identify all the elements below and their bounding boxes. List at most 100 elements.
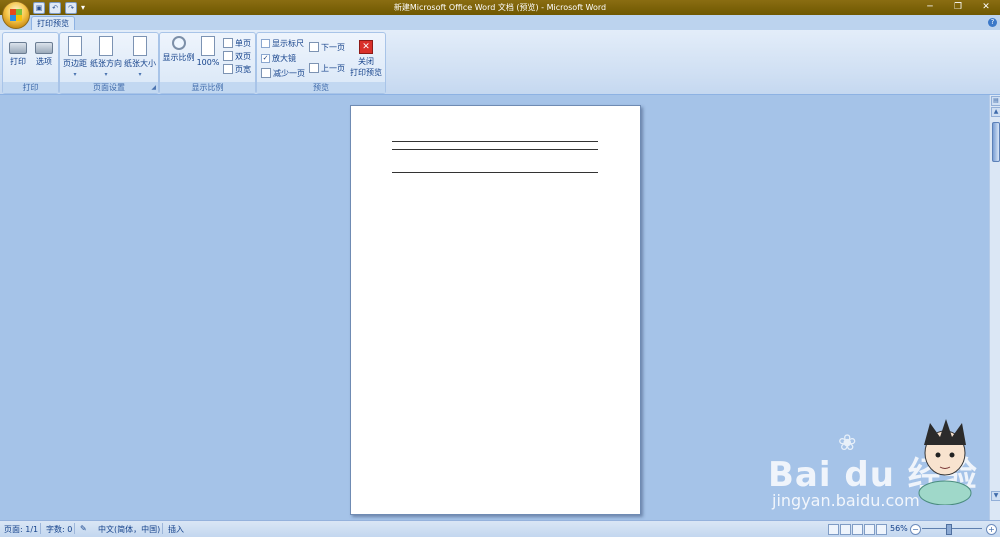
page-100-icon: [201, 36, 215, 56]
group-preview: 显示标尺 ✓ 放大镜 减少一页 下一页 上一页 ✕ 关闭 打印预览 预览: [256, 32, 386, 94]
page-count[interactable]: 页面: 1/1: [4, 524, 38, 535]
one-page-button[interactable]: 单页: [223, 37, 251, 49]
show-ruler-checkbox[interactable]: 显示标尺: [261, 37, 304, 49]
print-button[interactable]: 打印: [8, 36, 28, 67]
magnifier-icon: [171, 36, 186, 50]
next-page-button[interactable]: 下一页: [309, 41, 345, 53]
paper-size-icon: [133, 36, 147, 56]
tab-print-preview[interactable]: 打印预览: [31, 16, 75, 31]
close-window-button[interactable]: ✕: [972, 0, 1000, 15]
group-zoom: 显示比例 100% 单页 双页 页宽 显示比例: [159, 32, 256, 94]
baidu-watermark: ❀ Bai du 经验 jingyan.baidu.com: [760, 419, 1000, 520]
margins-label: 页边距: [63, 59, 87, 68]
orientation-icon: [99, 36, 113, 56]
minimize-button[interactable]: ─: [916, 0, 944, 15]
margins-icon: [68, 36, 82, 56]
preview-page[interactable]: [350, 105, 641, 515]
zoom-100-label: 100%: [196, 58, 220, 67]
zoom-slider[interactable]: [922, 528, 982, 529]
chevron-down-icon: ▾: [138, 71, 142, 78]
zoom-label: 显示比例: [162, 53, 195, 62]
options-label: 选项: [36, 57, 52, 66]
close-preview-label-1: 关闭: [358, 57, 374, 66]
next-page-icon: [309, 42, 319, 52]
paper-size-label: 纸张大小: [124, 59, 156, 68]
title-bar: ▣ ↶ ↷ ▾ 新建Microsoft Office Word 文档 (预览) …: [0, 0, 1000, 15]
orientation-button[interactable]: 纸张方向 ▾: [89, 36, 123, 78]
window-controls: ─ ❐ ✕: [916, 0, 1000, 15]
group-label-page-setup: 页面设置: [60, 82, 158, 93]
margins-button[interactable]: 页边距 ▾: [62, 36, 88, 78]
group-page-setup: 页边距 ▾ 纸张方向 ▾ 纸张大小 ▾ 页面设置 ◢: [59, 32, 159, 94]
one-page-label: 单页: [235, 38, 251, 48]
zoom-100-button[interactable]: 100%: [196, 36, 220, 67]
outline-view-icon[interactable]: [864, 524, 875, 535]
group-label-print: 打印: [3, 82, 58, 93]
options-button[interactable]: 选项: [33, 36, 55, 67]
status-bar: 页面: 1/1 字数: 0 ✎ 中文(简体，中国) 插入 56% − +: [0, 520, 1000, 537]
watermark-url: jingyan.baidu.com: [772, 491, 920, 510]
office-button[interactable]: [2, 1, 30, 29]
print-layout-view-icon[interactable]: [828, 524, 839, 535]
divider: [40, 523, 41, 534]
divider: [74, 523, 75, 534]
language-indicator[interactable]: 中文(简体，中国): [98, 524, 160, 535]
group-label-zoom: 显示比例: [160, 82, 255, 93]
group-print: 打印 选项 打印: [2, 32, 59, 94]
shrink-one-page-button[interactable]: 减少一页: [261, 67, 305, 79]
page-width-icon: [223, 64, 233, 74]
full-screen-view-icon[interactable]: [840, 524, 851, 535]
web-layout-view-icon[interactable]: [852, 524, 863, 535]
zoom-in-icon[interactable]: +: [986, 524, 997, 535]
previous-page-button[interactable]: 上一页: [309, 62, 345, 74]
header-rule: [392, 141, 598, 142]
checkmark-icon: ✓: [261, 53, 270, 63]
checkbox-unchecked-icon: [261, 38, 270, 48]
show-ruler-label: 显示标尺: [272, 38, 304, 48]
shrink-one-page-label: 减少一页: [273, 68, 305, 78]
mascot-icon: [918, 419, 972, 505]
page-width-button[interactable]: 页宽: [223, 63, 251, 75]
paper-size-button[interactable]: 纸张大小 ▾: [123, 36, 157, 78]
window-title: 新建Microsoft Office Word 文档 (预览) - Micros…: [393, 3, 607, 12]
restore-button[interactable]: ❐: [944, 0, 972, 15]
magnifier-checkbox[interactable]: ✓ 放大镜: [261, 52, 296, 64]
help-icon[interactable]: ?: [988, 18, 997, 27]
zoom-button[interactable]: 显示比例: [162, 36, 195, 63]
proofing-icon[interactable]: ✎: [80, 524, 87, 533]
group-label-preview: 预览: [257, 82, 385, 93]
ruler-toggle-icon[interactable]: ▤: [991, 96, 1000, 106]
content-rule: [392, 172, 598, 173]
print-options-icon: [35, 42, 53, 54]
zoom-level[interactable]: 56%: [890, 524, 908, 533]
next-page-label: 下一页: [321, 42, 345, 52]
chevron-down-icon: ▾: [104, 71, 108, 78]
close-preview-label-2: 打印预览: [350, 68, 382, 77]
chevron-down-icon: ▾: [73, 71, 77, 78]
previous-page-label: 上一页: [321, 63, 345, 73]
print-label: 打印: [10, 57, 26, 66]
divider: [162, 523, 163, 534]
word-count[interactable]: 字数: 0: [46, 524, 72, 535]
two-pages-button[interactable]: 双页: [223, 50, 251, 62]
draft-view-icon[interactable]: [876, 524, 887, 535]
two-pages-label: 双页: [235, 51, 251, 61]
scroll-up-icon[interactable]: ▲: [991, 107, 1000, 117]
previous-page-icon: [309, 63, 319, 73]
close-preview-button[interactable]: ✕ 关闭 打印预览: [349, 36, 383, 78]
shrink-page-icon: [261, 68, 271, 78]
scroll-thumb[interactable]: [992, 122, 1000, 162]
zoom-out-icon[interactable]: −: [910, 524, 921, 535]
ribbon-tabs: 打印预览 ?: [0, 15, 1000, 31]
one-page-icon: [223, 38, 233, 48]
orientation-label: 纸张方向: [90, 59, 122, 68]
magnifier-label: 放大镜: [272, 53, 296, 63]
printer-icon: [9, 42, 27, 54]
header-rule: [392, 149, 598, 150]
page-width-label: 页宽: [235, 64, 251, 74]
ribbon: 打印 选项 打印 页边距 ▾ 纸张方向 ▾ 纸张大小 ▾ 页面设置 ◢ 显示比例…: [0, 30, 1000, 95]
two-pages-icon: [223, 51, 233, 61]
dialog-launcher-icon[interactable]: ◢: [151, 84, 156, 91]
zoom-slider-handle[interactable]: [946, 524, 952, 535]
insert-mode[interactable]: 插入: [168, 524, 184, 535]
